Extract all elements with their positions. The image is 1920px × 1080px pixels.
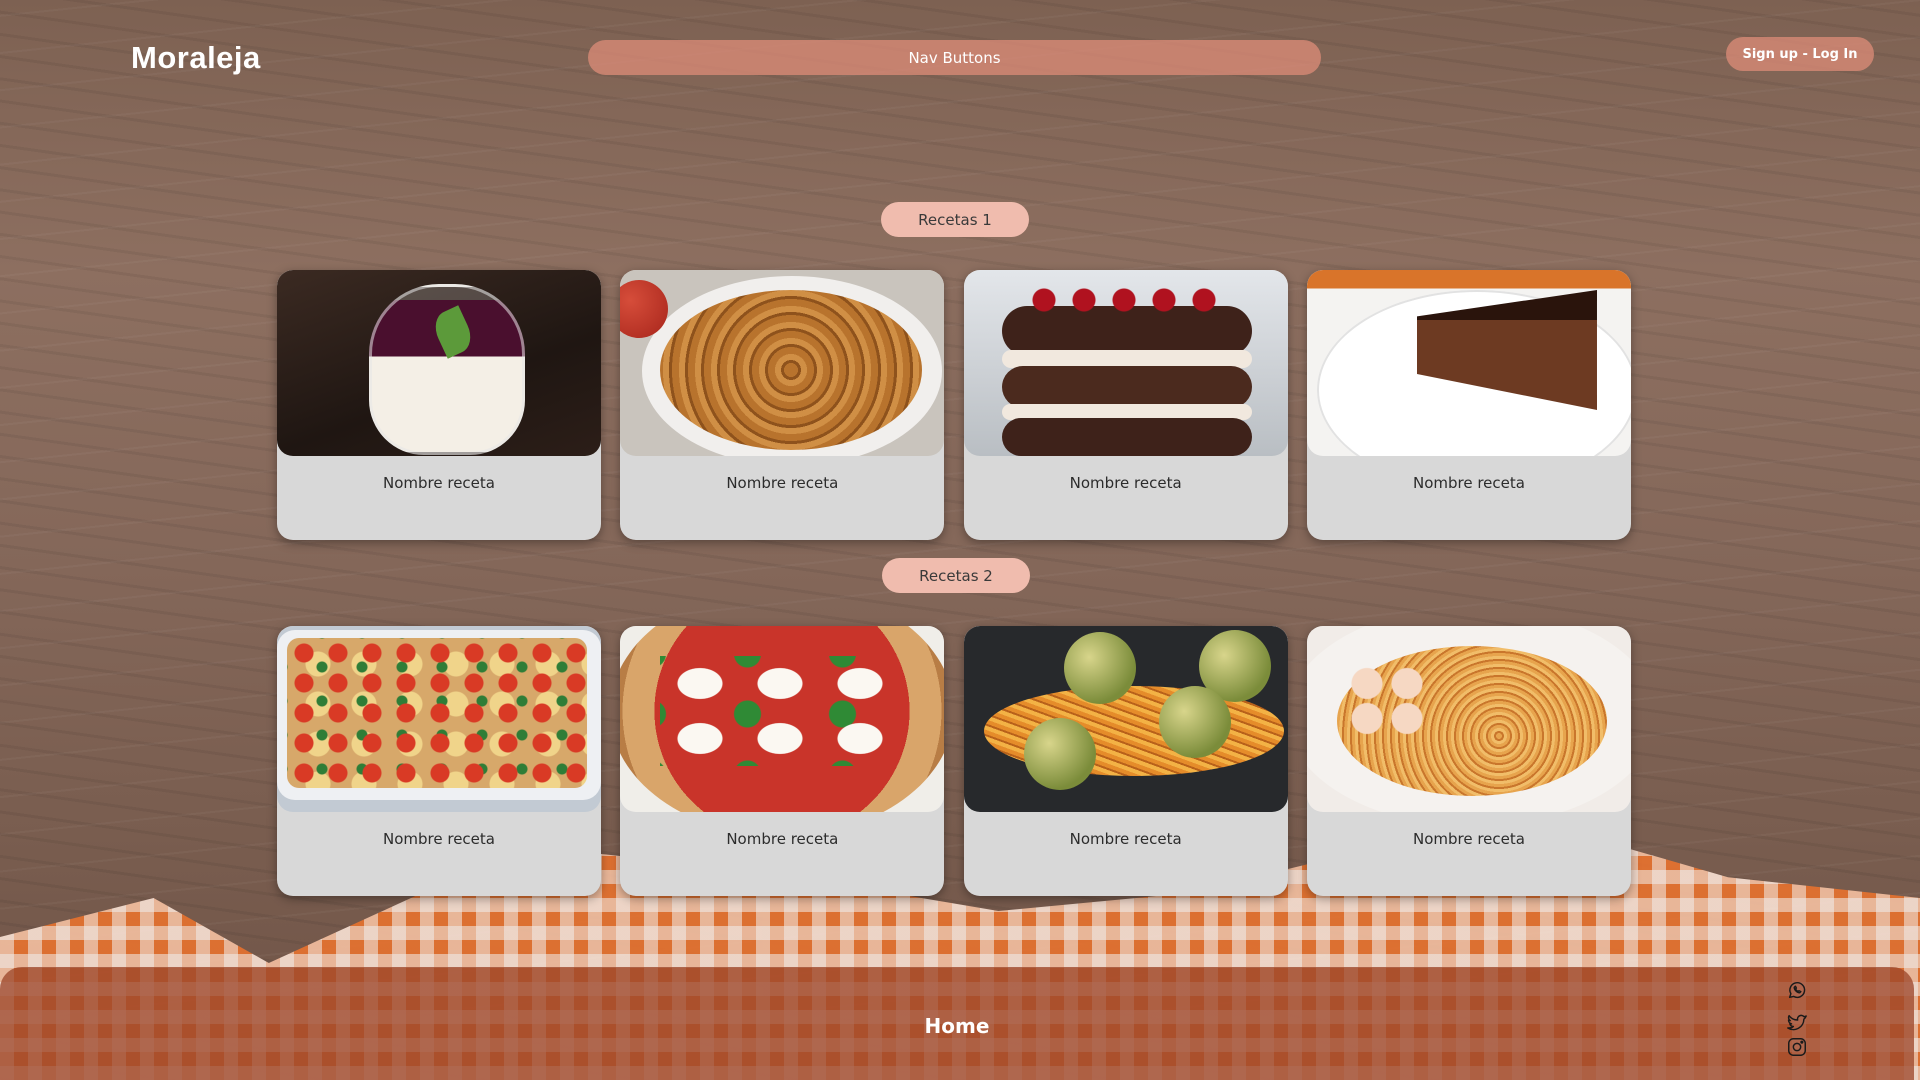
footer: Home: [0, 967, 1914, 1080]
recipe-card[interactable]: Nombre receta: [1306, 270, 1631, 540]
section-label-text: Recetas 1: [918, 210, 992, 229]
recipe-card[interactable]: Nombre receta: [963, 270, 1288, 540]
instagram-icon[interactable]: [1786, 1036, 1808, 1058]
site-logo[interactable]: Moraleja: [131, 40, 261, 76]
recipe-card[interactable]: Nombre receta: [277, 270, 601, 540]
recipe-card[interactable]: Nombre receta: [277, 626, 601, 896]
recipe-name: Nombre receta: [1412, 474, 1525, 492]
recipe-image-vegetable-casserole: [277, 626, 601, 812]
recipe-name: Nombre receta: [1069, 474, 1182, 492]
recipe-image-veggie-balls-pasta: [963, 626, 1288, 812]
recipe-name: Nombre receta: [1412, 830, 1525, 848]
recipe-card[interactable]: Nombre receta: [620, 270, 945, 540]
recipe-name: Nombre receta: [1069, 830, 1182, 848]
recipe-image-apple-pie: [620, 270, 945, 456]
section-recetas-2-label: Recetas 2: [882, 558, 1030, 593]
twitter-icon[interactable]: [1786, 1011, 1808, 1033]
recipe-name: Nombre receta: [726, 830, 839, 848]
recipe-grid-2: Nombre receta Nombre receta Nombre recet…: [277, 626, 1631, 896]
recipe-card[interactable]: Nombre receta: [1306, 626, 1631, 896]
recipe-card[interactable]: Nombre receta: [620, 626, 945, 896]
recipe-name: Nombre receta: [383, 830, 495, 848]
nav-buttons-bar[interactable]: Nav Buttons: [588, 40, 1321, 75]
recipe-image-margherita-pizza: [620, 626, 945, 812]
section-recetas-1-label: Recetas 1: [881, 202, 1029, 237]
recipe-name: Nombre receta: [383, 474, 495, 492]
whatsapp-icon[interactable]: [1786, 979, 1808, 1001]
recipe-card[interactable]: Nombre receta: [963, 626, 1288, 896]
recipe-image-black-forest-cake: [963, 270, 1288, 456]
recipe-image-panna-cotta: [277, 270, 601, 456]
signup-login-button[interactable]: Sign up - Log In: [1726, 37, 1874, 71]
signup-login-label: Sign up - Log In: [1742, 46, 1858, 62]
nav-buttons-label: Nav Buttons: [908, 48, 1001, 67]
footer-home-link[interactable]: Home: [0, 1014, 1914, 1038]
recipe-image-chocolate-cake-slice: [1306, 270, 1631, 456]
recipe-name: Nombre receta: [726, 474, 839, 492]
recipe-grid-1: Nombre receta Nombre receta Nombre recet…: [277, 270, 1631, 540]
section-label-text: Recetas 2: [919, 566, 993, 585]
recipe-image-shrimp-spaghetti: [1306, 626, 1631, 812]
